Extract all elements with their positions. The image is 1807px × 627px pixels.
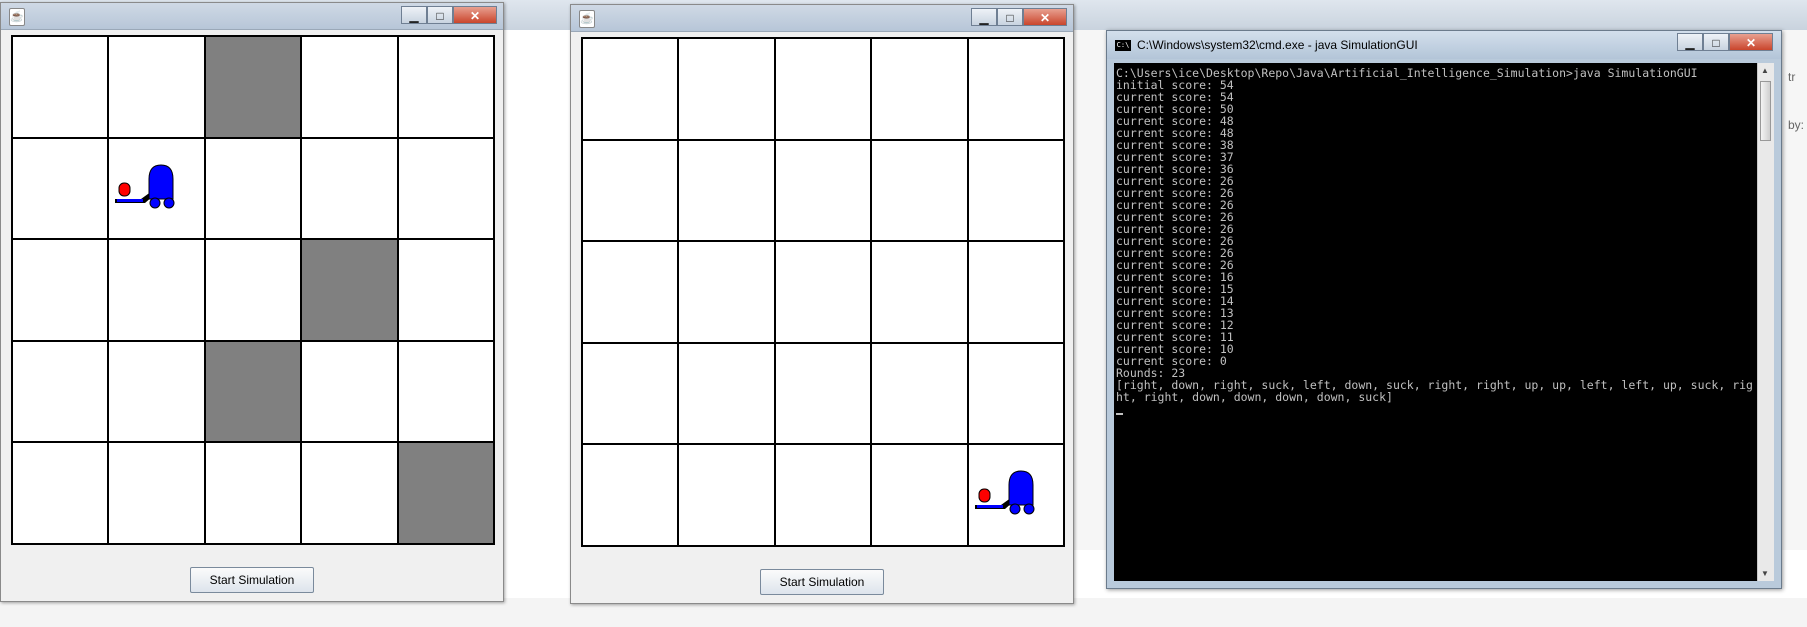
- environment-grid: [11, 35, 495, 545]
- grid-cell: [871, 139, 968, 242]
- grid-cell: [12, 442, 109, 544]
- grid-cell: [12, 36, 109, 138]
- grid-cell: [582, 342, 679, 445]
- maximize-button[interactable]: □: [427, 6, 453, 24]
- grid-cell-vacuum: [967, 444, 1064, 546]
- grid-cell: [108, 340, 205, 443]
- grid-cell: [774, 342, 872, 445]
- grid-cell: [301, 442, 398, 544]
- console-output-area[interactable]: C:\Users\ice\Desktop\Repo\Java\Artificia…: [1114, 63, 1758, 581]
- text-cursor: [1116, 413, 1123, 415]
- grid-cell: [12, 340, 109, 443]
- window-titlebar[interactable]: ☕ ▁ □ ✕: [571, 5, 1073, 32]
- grid-cell-dirty: [204, 340, 302, 443]
- cmd-window-title: C:\Windows\system32\cmd.exe - java Simul…: [1137, 38, 1418, 52]
- grid-cell: [301, 340, 398, 443]
- grid-cell-dirty: [301, 239, 398, 341]
- grid-cell: [108, 442, 205, 544]
- grid-cell: [871, 38, 968, 140]
- minimize-button[interactable]: ▁: [971, 8, 997, 26]
- grid-cell: [204, 239, 302, 341]
- grid-cell: [967, 342, 1064, 445]
- grid-cell: [678, 38, 775, 140]
- grid-cell-dirty: [204, 36, 302, 138]
- simulation-window-1: ☕ ▁ □ ✕ Start Simulation: [0, 2, 504, 602]
- scroll-down-arrow-icon[interactable]: ▼: [1761, 569, 1769, 578]
- close-button[interactable]: ✕: [1729, 33, 1773, 51]
- grid-cell: [397, 239, 494, 341]
- vacuum-robot-icon: [115, 164, 175, 209]
- close-button[interactable]: ✕: [453, 6, 497, 24]
- close-button[interactable]: ✕: [1023, 8, 1067, 26]
- scrollbar-thumb[interactable]: [1760, 81, 1771, 141]
- background-hint-text: by:: [1788, 118, 1805, 132]
- window-titlebar[interactable]: ☕ ▁ □ ✕: [1, 3, 503, 30]
- grid-cell: [871, 241, 968, 343]
- minimize-button[interactable]: ▁: [401, 6, 427, 24]
- maximize-button[interactable]: □: [997, 8, 1023, 26]
- java-icon: ☕: [9, 8, 25, 26]
- grid-cell: [774, 38, 872, 140]
- grid-cell: [967, 241, 1064, 343]
- simulation-window-2: ☕ ▁ □ ✕ Start Simulation: [570, 4, 1074, 604]
- grid-cell: [967, 139, 1064, 242]
- grid-cell: [582, 241, 679, 343]
- grid-cell: [397, 36, 494, 138]
- grid-cell: [204, 442, 302, 544]
- vertical-scrollbar[interactable]: ▲ ▼: [1757, 63, 1774, 581]
- grid-cell: [871, 444, 968, 546]
- grid-cell: [678, 139, 775, 242]
- console-text: C:\Users\ice\Desktop\Repo\Java\Artificia…: [1114, 63, 1758, 415]
- grid-cell: [871, 342, 968, 445]
- maximize-button[interactable]: □: [1703, 33, 1729, 51]
- start-simulation-button[interactable]: Start Simulation: [190, 567, 314, 593]
- console-output: C:\Users\ice\Desktop\Repo\Java\Artificia…: [1116, 66, 1753, 404]
- grid-cell: [12, 137, 109, 240]
- start-simulation-button[interactable]: Start Simulation: [760, 569, 884, 595]
- grid-cell: [678, 444, 775, 546]
- grid-cell: [12, 239, 109, 341]
- grid-cell: [108, 36, 205, 138]
- grid-cell: [678, 241, 775, 343]
- grid-cell: [967, 38, 1064, 140]
- cmd-window: C:\ C:\Windows\system32\cmd.exe - java S…: [1106, 30, 1782, 589]
- java-icon: ☕: [579, 10, 595, 28]
- grid-cell: [204, 137, 302, 240]
- grid-cell: [582, 38, 679, 140]
- grid-cell: [301, 137, 398, 240]
- scroll-up-arrow-icon[interactable]: ▲: [1761, 66, 1769, 75]
- cmd-icon: C:\: [1115, 40, 1131, 51]
- grid-cell: [397, 340, 494, 443]
- grid-cell: [774, 139, 872, 242]
- vacuum-robot-icon: [974, 470, 1035, 515]
- grid-cell: [678, 342, 775, 445]
- environment-grid: [581, 37, 1065, 547]
- grid-cell-dirty: [397, 442, 494, 544]
- minimize-button[interactable]: ▁: [1677, 33, 1703, 51]
- grid-cell: [582, 139, 679, 242]
- grid-cell: [301, 36, 398, 138]
- grid-cell: [582, 444, 679, 546]
- grid-cell: [774, 241, 872, 343]
- grid-cell: [108, 239, 205, 341]
- cmd-titlebar[interactable]: C:\ C:\Windows\system32\cmd.exe - java S…: [1107, 31, 1781, 59]
- grid-cell: [397, 137, 494, 240]
- grid-cell: [774, 444, 872, 546]
- grid-cell-vacuum: [108, 137, 205, 240]
- background-hint-text-2: tr: [1788, 70, 1796, 84]
